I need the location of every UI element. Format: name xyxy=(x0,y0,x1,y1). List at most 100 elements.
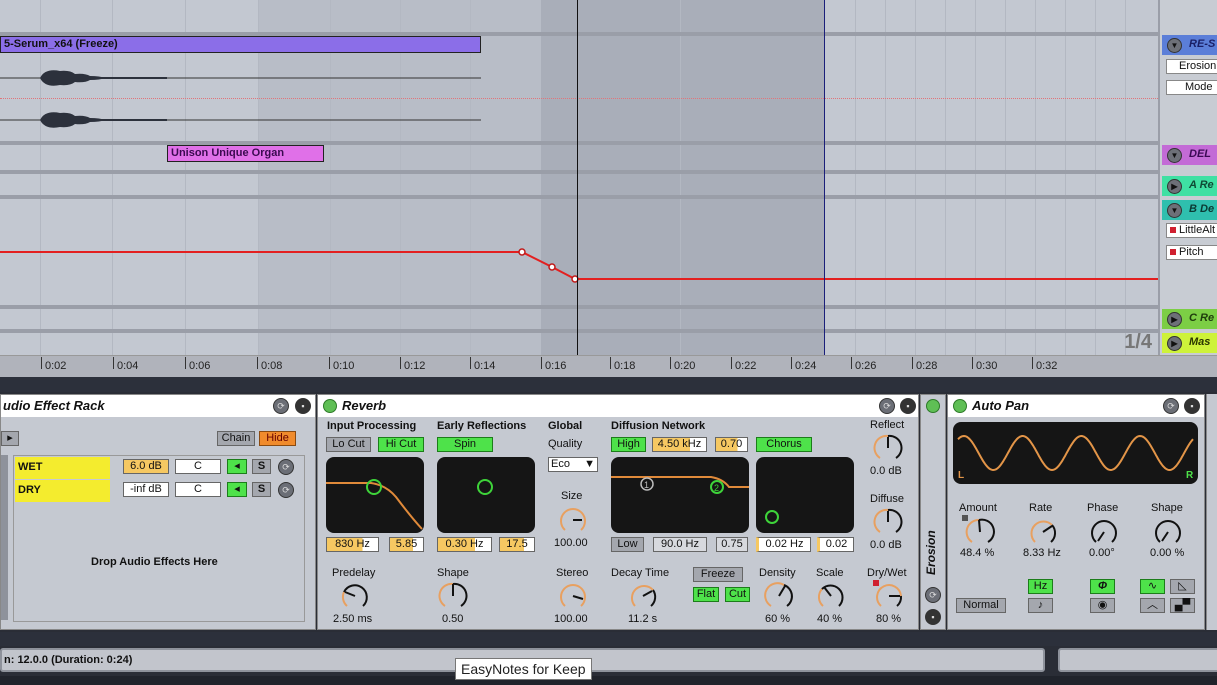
hot-swap-icon[interactable]: ⟳ xyxy=(273,398,289,414)
stereo-knob[interactable] xyxy=(558,581,588,611)
spin-button[interactable]: Spin xyxy=(437,437,493,452)
size-knob[interactable] xyxy=(558,505,588,535)
chain-pan[interactable]: C xyxy=(175,482,221,497)
spin-mode-icon[interactable]: ◉ xyxy=(1090,598,1115,613)
solo-button[interactable]: S xyxy=(252,482,271,497)
chain-volume[interactable]: -inf dB xyxy=(123,482,169,497)
fold-icon[interactable]: ▼ xyxy=(1167,203,1182,218)
sync-note-icon[interactable]: ♪ xyxy=(1028,598,1053,613)
low-shelf-button[interactable]: Low xyxy=(611,537,644,552)
device-power-button[interactable] xyxy=(323,399,337,413)
random-wave-icon[interactable]: ▄▀ xyxy=(1170,598,1195,613)
phase-mode-button[interactable]: Φ xyxy=(1090,579,1115,594)
save-icon[interactable]: ▪ xyxy=(900,398,916,414)
track-param[interactable]: Pitch xyxy=(1166,245,1217,260)
low-shelf-value[interactable]: 0.75 xyxy=(716,537,748,552)
shape-knob[interactable] xyxy=(438,581,468,611)
track-param[interactable]: LittleAlt xyxy=(1166,223,1217,238)
track-param[interactable]: Erosion xyxy=(1166,59,1217,74)
arrangement-view[interactable]: 5-Serum_x64 (Freeze) Unison Unique Organ… xyxy=(0,0,1158,355)
dry-wet-knob[interactable] xyxy=(874,581,904,611)
chorus-amount-value[interactable]: 0.02 xyxy=(817,537,854,552)
predelay-value: 2.50 ms xyxy=(333,613,373,625)
saw-down-icon[interactable]: ◺ xyxy=(1170,579,1195,594)
play-icon[interactable]: ▶ xyxy=(1167,336,1182,351)
lo-cut-button[interactable]: Lo Cut xyxy=(326,437,371,452)
chorus-display[interactable] xyxy=(756,457,854,533)
early-reflections-display[interactable] xyxy=(437,457,535,533)
track-param[interactable]: Mode xyxy=(1166,80,1217,95)
high-shelf-button[interactable]: High xyxy=(611,437,646,452)
phase-knob[interactable] xyxy=(1089,517,1119,547)
low-freq-value[interactable]: 90.0 Hz xyxy=(653,537,707,552)
playhead-locator[interactable] xyxy=(577,0,578,360)
quality-dropdown[interactable]: Eco ▼ xyxy=(548,457,598,472)
input-width-value[interactable]: 5.85 xyxy=(389,537,424,552)
hot-swap-icon[interactable]: ⟳ xyxy=(278,459,294,475)
cut-button[interactable]: Cut xyxy=(725,587,750,602)
automation-envelope[interactable] xyxy=(0,240,1158,290)
play-icon[interactable]: ▶ xyxy=(1167,179,1182,194)
chain-dry[interactable]: DRY xyxy=(15,480,110,502)
chain-volume[interactable]: 6.0 dB xyxy=(123,459,169,474)
input-filter-display[interactable] xyxy=(326,457,424,533)
triangle-wave-icon[interactable]: ︿ xyxy=(1140,598,1165,613)
track-re-s[interactable]: ▼ RE-S xyxy=(1162,35,1217,55)
solo-button[interactable]: S xyxy=(252,459,271,474)
chorus-rate-value[interactable]: 0.02 Hz xyxy=(756,537,811,552)
predelay-knob[interactable] xyxy=(340,581,370,611)
sine-wave-icon[interactable]: ∿ xyxy=(1140,579,1165,594)
speaker-on-icon[interactable]: ◂ xyxy=(227,459,247,474)
hide-button[interactable]: Hide xyxy=(259,431,296,446)
save-icon[interactable]: ▪ xyxy=(295,398,311,414)
erosion-device-collapsed[interactable]: Erosion ⟳ ▪ xyxy=(920,394,946,630)
hi-cut-button[interactable]: Hi Cut xyxy=(378,437,424,452)
track-c-return[interactable]: ▶ C Re xyxy=(1162,309,1217,329)
drop-hint[interactable]: Drop Audio Effects Here xyxy=(91,556,218,568)
save-icon[interactable]: ▪ xyxy=(925,609,941,625)
device-power-button[interactable] xyxy=(953,399,967,413)
track-master[interactable]: ▶ Mas xyxy=(1162,333,1217,353)
rate-value: 8.33 Hz xyxy=(1023,547,1061,559)
input-freq-value[interactable]: 830 Hz xyxy=(326,537,379,552)
chain-wet[interactable]: WET xyxy=(15,457,110,479)
clip-unison-unique-organ[interactable]: Unison Unique Organ xyxy=(167,145,324,162)
scale-knob[interactable] xyxy=(816,581,846,611)
flat-button[interactable]: Flat xyxy=(693,587,719,602)
chain-pan[interactable]: C xyxy=(175,459,221,474)
freeze-button[interactable]: Freeze xyxy=(693,567,743,582)
hot-swap-icon[interactable]: ⟳ xyxy=(879,398,895,414)
diffusion-display[interactable]: 1 2 xyxy=(611,457,749,533)
rate-knob[interactable] xyxy=(1028,517,1058,547)
track-a-return[interactable]: ▶ A Re xyxy=(1162,176,1217,196)
spin-amount-value[interactable]: 17.5 xyxy=(499,537,535,552)
density-knob[interactable] xyxy=(764,581,794,611)
hot-swap-icon[interactable]: ⟳ xyxy=(1163,398,1179,414)
clip-serum-freeze[interactable]: 5-Serum_x64 (Freeze) xyxy=(0,36,481,53)
chain-button[interactable]: Chain xyxy=(217,431,255,446)
fold-icon[interactable]: ▼ xyxy=(1167,38,1182,53)
hz-mode-button[interactable]: Hz xyxy=(1028,579,1053,594)
chain-scrollbar[interactable] xyxy=(1,455,8,620)
fold-icon[interactable]: ▼ xyxy=(1167,148,1182,163)
decay-time-knob[interactable] xyxy=(628,581,658,611)
speaker-on-icon[interactable]: ◂ xyxy=(227,482,247,497)
shape-knob[interactable] xyxy=(1153,517,1183,547)
hot-swap-icon[interactable]: ⟳ xyxy=(925,587,941,603)
spin-rate-value[interactable]: 0.30 Hz xyxy=(437,537,492,552)
loop-end-marker[interactable] xyxy=(824,0,825,355)
reflect-knob[interactable] xyxy=(873,433,903,463)
chorus-button[interactable]: Chorus xyxy=(756,437,812,452)
macro-toggle-button[interactable]: ▸ xyxy=(1,431,19,446)
track-b-delay[interactable]: ▼ B De xyxy=(1162,200,1217,220)
device-power-button[interactable] xyxy=(926,399,940,413)
amount-knob[interactable] xyxy=(965,517,995,547)
high-freq-value[interactable]: 4.50 kHz xyxy=(652,437,707,452)
high-shelf-value[interactable]: 0.70 xyxy=(715,437,748,452)
diffuse-knob[interactable] xyxy=(873,507,903,537)
play-icon[interactable]: ▶ xyxy=(1167,312,1182,327)
track-del[interactable]: ▼ DEL xyxy=(1162,145,1217,165)
save-icon[interactable]: ▪ xyxy=(1184,398,1200,414)
normal-mode-button[interactable]: Normal xyxy=(956,598,1006,613)
hot-swap-icon[interactable]: ⟳ xyxy=(278,482,294,498)
